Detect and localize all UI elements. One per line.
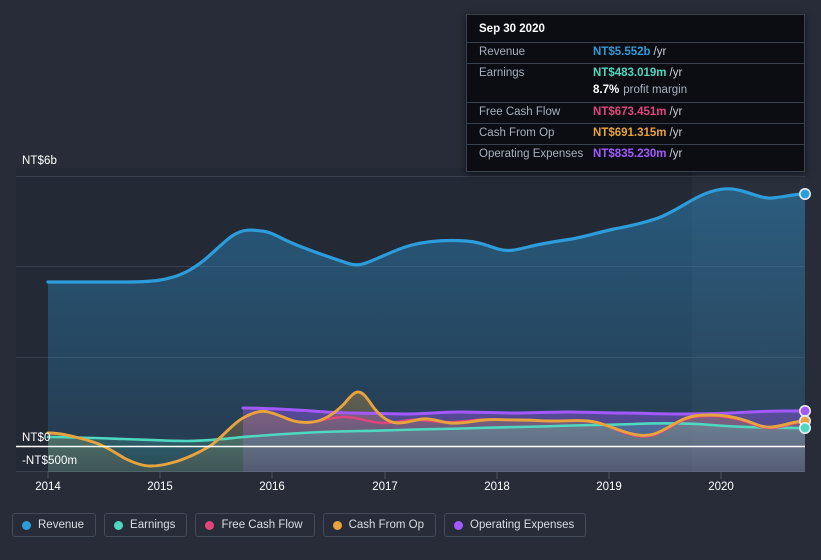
tooltip-value-earnings: NT$483.019m bbox=[593, 67, 667, 79]
tooltip-unit-operating-expenses: /yr bbox=[670, 148, 683, 160]
legend-dot-operating-expenses-icon bbox=[454, 521, 463, 530]
x-axis-ticks bbox=[48, 472, 721, 479]
tooltip-label-cash-from-op: Cash From Op bbox=[479, 127, 593, 139]
tooltip-row-operating-expenses: Operating Expenses NT$835.230m /yr bbox=[467, 144, 804, 165]
y-axis-label-negative: -NT$500m bbox=[22, 455, 77, 467]
y-axis-label-top: NT$6b bbox=[22, 155, 57, 167]
tooltip-row-free-cash-flow: Free Cash Flow NT$673.451m /yr bbox=[467, 102, 804, 123]
financial-chart: NT$6b NT$0 -NT$500m 2014 2015 2016 2017 … bbox=[0, 0, 821, 560]
tooltip-label-operating-expenses: Operating Expenses bbox=[479, 148, 593, 160]
x-axis-tick-2016: 2016 bbox=[259, 481, 285, 493]
legend-label-free-cash-flow: Free Cash Flow bbox=[221, 519, 302, 531]
legend-item-cash-from-op[interactable]: Cash From Op bbox=[323, 513, 436, 537]
data-tooltip: Sep 30 2020 Revenue NT$5.552b /yr Earnin… bbox=[466, 14, 805, 172]
y-axis-label-zero: NT$0 bbox=[22, 432, 51, 444]
legend-item-operating-expenses[interactable]: Operating Expenses bbox=[444, 513, 586, 537]
legend-item-earnings[interactable]: Earnings bbox=[104, 513, 187, 537]
endpoint-revenue bbox=[800, 189, 810, 199]
tooltip-unit-revenue: /yr bbox=[654, 46, 667, 58]
tooltip-label-earnings: Earnings bbox=[479, 67, 593, 79]
legend-dot-cash-from-op-icon bbox=[333, 521, 342, 530]
tooltip-row-cash-from-op: Cash From Op NT$691.315m /yr bbox=[467, 123, 804, 144]
legend-label-operating-expenses: Operating Expenses bbox=[470, 519, 574, 531]
tooltip-text-profit-margin: profit margin bbox=[623, 84, 687, 96]
tooltip-label-revenue: Revenue bbox=[479, 46, 593, 58]
x-axis-tick-2018: 2018 bbox=[484, 481, 510, 493]
legend-dot-earnings-icon bbox=[114, 521, 123, 530]
legend-label-cash-from-op: Cash From Op bbox=[349, 519, 424, 531]
tooltip-value-profit-margin: 8.7% bbox=[593, 84, 619, 96]
tooltip-value-operating-expenses: NT$835.230m bbox=[593, 148, 667, 160]
x-axis-tick-2014: 2014 bbox=[35, 481, 61, 493]
legend-label-revenue: Revenue bbox=[38, 519, 84, 531]
endpoint-earnings bbox=[800, 423, 810, 433]
endpoint-operating-expenses bbox=[800, 406, 810, 416]
tooltip-value-revenue: NT$5.552b bbox=[593, 46, 651, 58]
legend-dot-revenue-icon bbox=[22, 521, 31, 530]
tooltip-date: Sep 30 2020 bbox=[467, 23, 804, 42]
chart-legend: Revenue Earnings Free Cash Flow Cash Fro… bbox=[12, 513, 586, 537]
x-axis-tick-2015: 2015 bbox=[147, 481, 173, 493]
x-axis-tick-2019: 2019 bbox=[596, 481, 622, 493]
legend-item-free-cash-flow[interactable]: Free Cash Flow bbox=[195, 513, 314, 537]
tooltip-row-profit-margin: 8.7% profit margin bbox=[467, 84, 804, 102]
legend-item-revenue[interactable]: Revenue bbox=[12, 513, 96, 537]
x-axis-tick-2017: 2017 bbox=[372, 481, 398, 493]
legend-dot-free-cash-flow-icon bbox=[205, 521, 214, 530]
tooltip-label-free-cash-flow: Free Cash Flow bbox=[479, 106, 593, 118]
legend-label-earnings: Earnings bbox=[130, 519, 175, 531]
tooltip-unit-cash-from-op: /yr bbox=[670, 127, 683, 139]
x-axis-labels: 2014 2015 2016 2017 2018 2019 2020 bbox=[0, 481, 821, 501]
x-axis-tick-2020: 2020 bbox=[708, 481, 734, 493]
tooltip-unit-free-cash-flow: /yr bbox=[670, 106, 683, 118]
tooltip-value-free-cash-flow: NT$673.451m bbox=[593, 106, 667, 118]
tooltip-value-cash-from-op: NT$691.315m bbox=[593, 127, 667, 139]
tooltip-unit-earnings: /yr bbox=[670, 67, 683, 79]
tooltip-row-revenue: Revenue NT$5.552b /yr bbox=[467, 42, 804, 63]
tooltip-row-earnings: Earnings NT$483.019m /yr bbox=[467, 63, 804, 84]
